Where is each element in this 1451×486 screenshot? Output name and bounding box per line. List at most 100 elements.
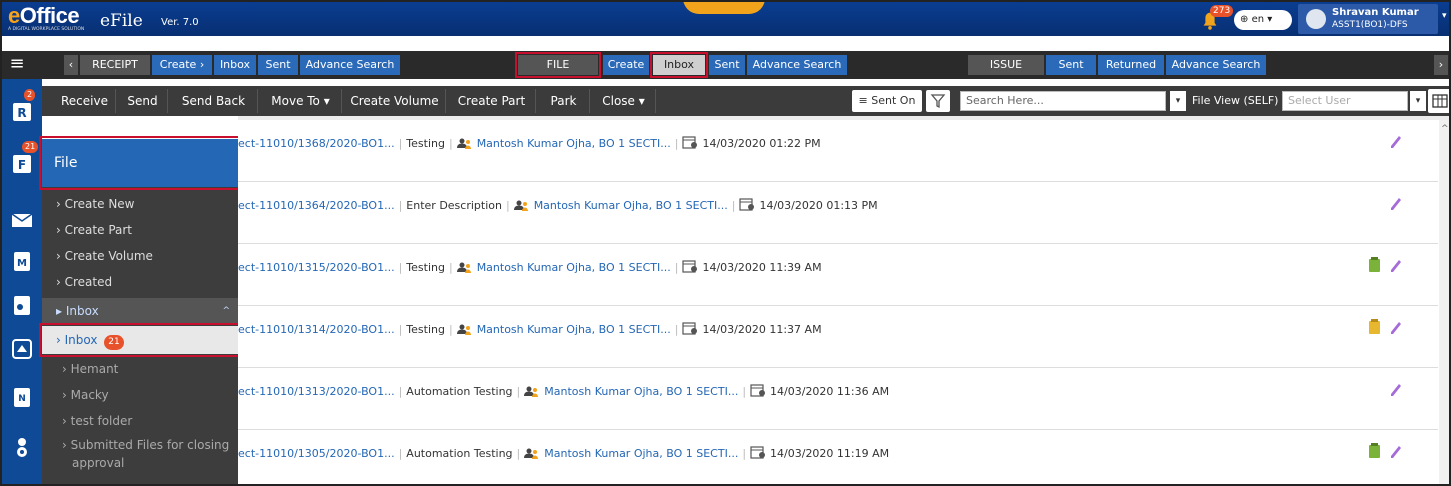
side-item-folder-hemant[interactable]: › Hemant xyxy=(42,356,238,382)
table-row[interactable]: ect-11010/1314/2020-BO1... | Testing | Manto… xyxy=(238,306,1438,368)
yellow-note-icon[interactable] xyxy=(1368,319,1382,335)
create-volume-button[interactable]: Create Volume xyxy=(344,89,446,113)
separator: | xyxy=(674,137,679,150)
move-to-button[interactable]: Move To ▾ xyxy=(260,89,342,113)
file-number-link[interactable]: ect-11010/1314/2020-BO1... xyxy=(238,323,395,336)
select-user-dropdown[interactable]: ▾ xyxy=(1410,91,1426,111)
filter-icon xyxy=(930,94,946,109)
nav-receipt-create[interactable]: Create › xyxy=(152,55,212,75)
side-item-inbox-sub[interactable]: › Inbox 21 xyxy=(39,323,241,357)
nav-issue-returned[interactable]: Returned xyxy=(1098,55,1164,75)
user-menu-chevron-icon[interactable]: ▾ xyxy=(1442,11,1449,29)
collapse-header-tab[interactable] xyxy=(683,2,765,14)
sort-sent-on-button[interactable]: ≡ Sent On xyxy=(852,90,922,112)
nav-receipt-inbox[interactable]: Inbox xyxy=(214,55,256,75)
user-profile[interactable]: Shravan Kumar ASST1(BO1)-DFS xyxy=(1298,4,1438,34)
side-item-create-volume[interactable]: › Create Volume xyxy=(42,243,238,269)
side-item-folder-submitted[interactable]: › Submitted Files for closing approval xyxy=(42,436,238,482)
nav-file-sent[interactable]: Sent xyxy=(709,55,745,75)
file-number-link[interactable]: ect-11010/1315/2020-BO1... xyxy=(238,261,395,274)
calendar-icon xyxy=(682,322,698,335)
row-summary: ect-11010/1313/2020-BO1... | Automation Te… xyxy=(238,383,889,398)
mis-module-icon[interactable]: M xyxy=(10,249,34,273)
file-number-link[interactable]: ect-11010/1305/2020-BO1... xyxy=(238,447,395,460)
side-item-folder-test[interactable]: › test folder xyxy=(42,408,238,434)
file-number-link[interactable]: ect-11010/1368/2020-BO1... xyxy=(238,137,395,150)
avatar xyxy=(1306,9,1326,29)
green-note-icon[interactable] xyxy=(1368,443,1382,459)
separator: | xyxy=(398,323,403,336)
nav-receipt[interactable]: RECEIPT xyxy=(80,55,150,75)
nav-issue[interactable]: ISSUE xyxy=(968,55,1044,75)
side-item-create-part[interactable]: › Create Part xyxy=(42,217,238,243)
nav-receipt-sent[interactable]: Sent xyxy=(258,55,298,75)
separator: | xyxy=(398,137,403,150)
notes-module-icon[interactable]: N xyxy=(10,385,34,409)
file-number-link[interactable]: ect-11010/1313/2020-BO1... xyxy=(238,385,395,398)
table-row[interactable]: ect-11010/1313/2020-BO1... | Automation Te… xyxy=(238,368,1438,430)
table-row[interactable]: ect-11010/1364/2020-BO1... | Enter Descrip… xyxy=(238,182,1438,244)
search-input[interactable]: Search Here... xyxy=(960,91,1166,111)
column-settings-button[interactable] xyxy=(1428,89,1449,113)
sender-name[interactable]: Mantosh Kumar Ojha, BO 1 SECTI... xyxy=(477,261,671,274)
receive-button[interactable]: Receive xyxy=(54,89,116,113)
language-selector[interactable]: ⊕ en ▾ xyxy=(1234,10,1292,30)
file-module-icon[interactable]: F xyxy=(10,151,34,175)
search-scope-dropdown[interactable]: ▾ xyxy=(1170,91,1186,111)
send-button[interactable]: Send xyxy=(118,89,168,113)
attachment-tag-icon[interactable] xyxy=(1388,257,1402,273)
receipt-module-icon[interactable]: R xyxy=(10,99,34,123)
received-date: 14/03/2020 11:39 AM xyxy=(702,261,822,274)
nav-file[interactable]: FILE xyxy=(515,52,601,78)
dispatch-module-icon[interactable] xyxy=(10,337,34,361)
nav-issue-advance-search[interactable]: Advance Search xyxy=(1166,55,1266,75)
dak-module-icon[interactable] xyxy=(10,207,34,231)
product-version: Ver. 7.0 xyxy=(161,17,199,28)
nav-issue-sent[interactable]: Sent xyxy=(1046,55,1096,75)
nav-right-arrow-icon[interactable]: › xyxy=(1434,55,1448,75)
side-item-inbox[interactable]: ▸ Inbox ^ xyxy=(42,298,238,324)
attachment-tag-icon[interactable] xyxy=(1388,443,1402,459)
create-part-button[interactable]: Create Part xyxy=(448,89,536,113)
hamburger-menu-icon[interactable]: ≡ xyxy=(6,55,28,75)
file-subject: Automation Testing xyxy=(406,447,513,460)
nav-file-create[interactable]: Create xyxy=(603,55,649,75)
attachment-tag-icon[interactable] xyxy=(1388,319,1402,335)
side-item-created[interactable]: › Created xyxy=(42,269,238,295)
nav-receipt-advance-search[interactable]: Advance Search xyxy=(300,55,400,75)
settings-user-icon[interactable] xyxy=(10,435,34,459)
sender-name[interactable]: Mantosh Kumar Ojha, BO 1 SECTI... xyxy=(534,199,728,212)
sender-name[interactable]: Mantosh Kumar Ojha, BO 1 SECTI... xyxy=(477,323,671,336)
side-item-create-new[interactable]: › Create New xyxy=(42,191,238,217)
list-scrollbar[interactable]: ^ xyxy=(1439,120,1449,484)
scroll-up-icon[interactable]: ^ xyxy=(1441,124,1449,134)
file-number-link[interactable]: ect-11010/1364/2020-BO1... xyxy=(238,199,395,212)
table-row[interactable]: ect-11010/1368/2020-BO1... | Testing | Manto… xyxy=(238,120,1438,182)
table-row[interactable]: ect-11010/1305/2020-BO1... | Automation Te… xyxy=(238,430,1438,484)
row-summary: ect-11010/1314/2020-BO1... | Testing | Manto… xyxy=(238,321,822,336)
green-note-icon[interactable] xyxy=(1368,257,1382,273)
records-module-icon[interactable] xyxy=(10,293,34,317)
nav-file-advance-search[interactable]: Advance Search xyxy=(747,55,847,75)
park-button[interactable]: Park xyxy=(538,89,590,113)
row-icons xyxy=(1368,443,1402,461)
side-item-folder-macky[interactable]: › Macky xyxy=(42,382,238,408)
sender-name[interactable]: Mantosh Kumar Ojha, BO 1 SECTI... xyxy=(544,385,738,398)
separator: | xyxy=(516,447,521,460)
side-menu-title[interactable]: File xyxy=(39,136,241,190)
nav-file-inbox[interactable]: Inbox xyxy=(650,52,708,78)
filter-button[interactable] xyxy=(926,90,950,112)
close-button[interactable]: Close ▾ xyxy=(592,89,656,113)
eoffice-logo[interactable]: eOffice A DIGITAL WORKPLACE SOLUTION eFi… xyxy=(8,5,199,33)
row-icons xyxy=(1368,319,1402,337)
attachment-tag-icon[interactable] xyxy=(1388,133,1402,149)
sender-name[interactable]: Mantosh Kumar Ojha, BO 1 SECTI... xyxy=(477,137,671,150)
table-row[interactable]: ect-11010/1315/2020-BO1... | Testing | Manto… xyxy=(238,244,1438,306)
select-user-field[interactable]: Select User xyxy=(1282,91,1408,111)
nav-left-arrow-icon[interactable]: ‹ xyxy=(64,55,78,75)
attachment-tag-icon[interactable] xyxy=(1388,381,1402,397)
send-back-button[interactable]: Send Back xyxy=(170,89,258,113)
attachment-tag-icon[interactable] xyxy=(1388,195,1402,211)
calendar-icon xyxy=(750,446,766,459)
sender-name[interactable]: Mantosh Kumar Ojha, BO 1 SECTI... xyxy=(544,447,738,460)
